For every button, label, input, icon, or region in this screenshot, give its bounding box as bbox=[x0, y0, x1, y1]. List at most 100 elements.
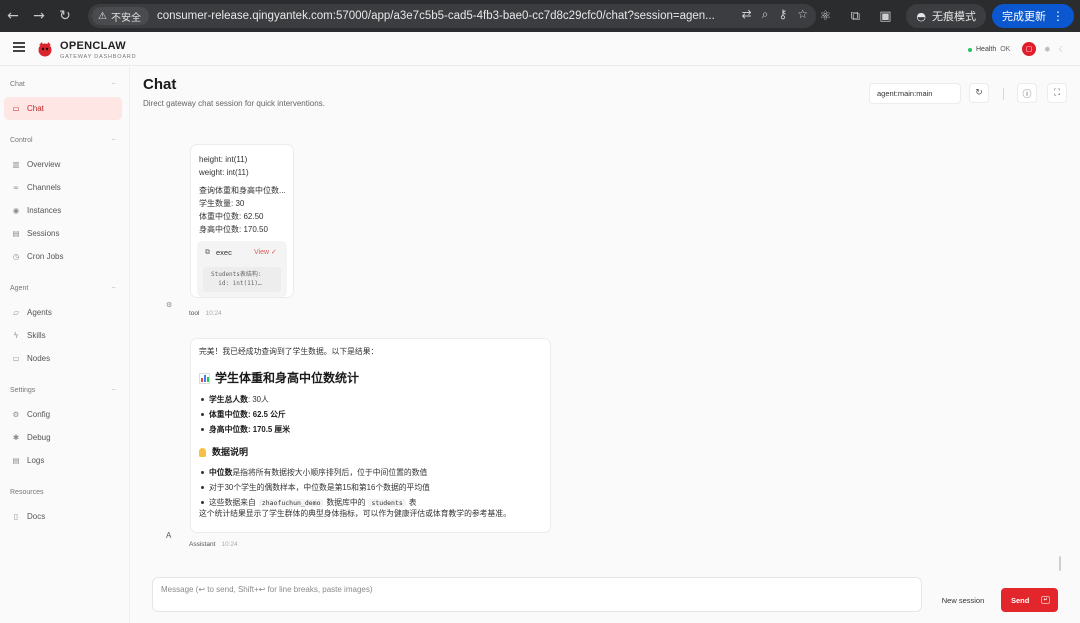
incognito-label: 无痕模式 bbox=[932, 11, 976, 23]
book-icon: ▯ bbox=[13, 512, 19, 521]
sidebar-item-sessions[interactable]: ▤ Sessions bbox=[4, 222, 122, 245]
address-bar[interactable]: ⚠ 不安全 consumer-release.qingyantek.com:57… bbox=[88, 4, 816, 28]
openclaw-logo bbox=[38, 42, 52, 57]
incognito-icon: ◓ bbox=[916, 9, 926, 23]
monitor-icon[interactable]: ▢ bbox=[1022, 42, 1036, 56]
tool-message-meta: tool 10:24 bbox=[189, 310, 222, 317]
divider bbox=[1003, 88, 1004, 100]
message-input[interactable] bbox=[153, 578, 921, 611]
refresh-icon[interactable]: ↻ bbox=[969, 83, 989, 103]
brand-subtitle: GATEWAY DASHBOARD bbox=[60, 54, 137, 60]
sidebar-item-label: Config bbox=[27, 410, 51, 419]
list-item: 学生总人数: 30人 bbox=[199, 392, 542, 407]
extensions-puzzle-icon[interactable]: ⧉ bbox=[840, 9, 870, 24]
assistant-message: 完美！我已经成功查询到了学生数据。以下是结果： 学生体重和身高中位数统计 学生总… bbox=[190, 338, 551, 533]
sidebar-item-logs[interactable]: ▤ Logs bbox=[4, 449, 122, 472]
sidebar-item-channels[interactable]: ∞ Channels bbox=[4, 176, 122, 199]
chevron-icon[interactable]: – bbox=[112, 137, 115, 143]
moon-icon[interactable]: ☾ bbox=[1059, 45, 1066, 54]
info-icon[interactable]: ⓘ bbox=[1017, 83, 1037, 103]
stat-label: 学生总人数 bbox=[209, 395, 248, 404]
sidebar-item-label: Instances bbox=[27, 206, 62, 215]
folder-icon: ▱ bbox=[13, 308, 19, 317]
translate-icon[interactable]: ⇄ bbox=[742, 7, 752, 22]
assistant-message-meta: Assistant 10:24 bbox=[189, 541, 238, 548]
sidebar-item-label: Docs bbox=[27, 512, 46, 521]
sidebar-item-debug[interactable]: ✱ Debug bbox=[4, 426, 122, 449]
session-key-select[interactable]: agent:main:main bbox=[869, 83, 961, 104]
back-icon[interactable]: ← bbox=[2, 5, 24, 27]
radio-icon: ◉ bbox=[12, 206, 20, 215]
url-text[interactable]: consumer-release.qingyantek.com:57000/ap… bbox=[157, 10, 717, 22]
file-text-icon: ▤ bbox=[12, 456, 20, 465]
list-item: 这些数据来自 zhaofuchun_demo 数据库中的 students 表 bbox=[199, 495, 542, 511]
password-key-icon[interactable]: ⚷ bbox=[778, 7, 787, 22]
tool-output-line: 体重中位数: 62.50 bbox=[199, 212, 264, 221]
gear-icon: ⚙ bbox=[12, 410, 20, 419]
message-time: 10:24 bbox=[221, 541, 238, 548]
sidebar-item-config[interactable]: ⚙ Config bbox=[4, 403, 122, 426]
enter-key-icon: ↵ bbox=[1041, 596, 1050, 604]
sidebar-item-label: Sessions bbox=[27, 229, 60, 238]
health-status-dot bbox=[968, 47, 972, 52]
exec-card[interactable]: ⧉ exec View ✓ Students表结构: id: int(11)… bbox=[197, 241, 287, 297]
stat-label: 体重中位数: 62.5 公斤 bbox=[209, 410, 286, 419]
update-label: 完成更新 bbox=[1002, 11, 1046, 23]
health-label: Health bbox=[976, 46, 997, 53]
sidebar-item-overview[interactable]: ▥ Overview bbox=[4, 153, 122, 176]
tool-message: height: int(11) weight: int(11) 查询体重和身高中… bbox=[190, 144, 294, 298]
sun-icon[interactable]: ✹ bbox=[1044, 45, 1051, 54]
sidebar-item-nodes[interactable]: ▭ Nodes bbox=[4, 347, 122, 370]
extension-react-icon[interactable]: ⚛ bbox=[810, 9, 840, 24]
focus-mode-icon[interactable]: ⛶ bbox=[1047, 83, 1067, 103]
sidebar-item-label: Debug bbox=[27, 433, 51, 442]
sidebar-section-control: Control bbox=[10, 137, 33, 144]
lightbulb-icon bbox=[199, 448, 206, 457]
page-title: Chat bbox=[143, 76, 177, 93]
stats-list: 学生总人数: 30人 体重中位数: 62.5 公斤 身高中位数: 170.5 厘… bbox=[199, 392, 542, 437]
sidebar-item-docs[interactable]: ▯ Docs bbox=[4, 505, 122, 528]
tool-output-line: 身高中位数: 170.50 bbox=[199, 225, 268, 234]
chevron-icon[interactable]: – bbox=[112, 285, 115, 291]
reload-icon[interactable]: ↻ bbox=[54, 5, 76, 27]
security-indicator[interactable]: ⚠ 不安全 bbox=[92, 7, 149, 25]
bookmark-star-icon[interactable]: ☆ bbox=[797, 7, 808, 22]
app-header: OPENCLAW GATEWAY DASHBOARD Health OK ▢ ✹… bbox=[0, 32, 1080, 66]
sidebar-item-instances[interactable]: ◉ Instances bbox=[4, 199, 122, 222]
sidebar-item-label: Logs bbox=[27, 456, 45, 465]
note-heading-text: 数据说明 bbox=[212, 447, 249, 457]
chevron-icon[interactable]: – bbox=[112, 387, 115, 393]
new-session-button[interactable]: New session bbox=[930, 590, 996, 611]
assistant-intro: 完美！我已经成功查询到了学生数据。以下是结果： bbox=[199, 347, 379, 356]
sidebar-item-label: Skills bbox=[27, 331, 46, 340]
send-button[interactable]: Send ↵ bbox=[1001, 588, 1058, 612]
inline-code: zhaofuchun_demo bbox=[258, 499, 324, 507]
menu-icon[interactable] bbox=[13, 42, 25, 52]
code-line: Students表结构: bbox=[211, 271, 262, 278]
sidebar-item-cron-jobs[interactable]: ◷ Cron Jobs bbox=[4, 245, 122, 268]
brand-name: OPENCLAW bbox=[60, 40, 126, 52]
sidebar-section-chat: Chat bbox=[10, 81, 25, 88]
reading-list-icon[interactable]: ▣ bbox=[870, 9, 900, 24]
sidebar-item-agents[interactable]: ▱ Agents bbox=[4, 301, 122, 324]
chevron-icon[interactable]: – bbox=[112, 81, 115, 87]
sidebar-item-label: Overview bbox=[27, 160, 61, 169]
note-text: 表 bbox=[408, 498, 417, 507]
stat-value: : 30人 bbox=[247, 395, 269, 404]
sidebar-section-resources: Resources bbox=[10, 489, 44, 496]
bug-icon: ✱ bbox=[12, 433, 20, 442]
chat-scrollbar[interactable] bbox=[1059, 556, 1061, 571]
forward-icon[interactable]: → bbox=[28, 5, 50, 27]
sidebar-item-chat[interactable]: ▭ Chat bbox=[4, 97, 122, 120]
inline-code: students bbox=[368, 499, 406, 507]
sender-name: tool bbox=[189, 310, 200, 317]
update-button[interactable]: 完成更新 ⋮ bbox=[992, 4, 1074, 28]
view-link[interactable]: View ✓ bbox=[254, 248, 277, 256]
monitor-icon: ▭ bbox=[12, 354, 20, 363]
zoom-icon[interactable]: ⌕ bbox=[762, 7, 769, 22]
incognito-indicator[interactable]: ◓ 无痕模式 bbox=[906, 4, 986, 28]
exec-label: exec bbox=[216, 248, 232, 257]
note-text: 对于30个学生的偶数样本，中位数是第15和第16个数据的平均值 bbox=[209, 483, 430, 492]
sidebar-section-agent: Agent bbox=[10, 285, 29, 292]
sidebar-item-skills[interactable]: ϟ Skills bbox=[4, 324, 122, 347]
